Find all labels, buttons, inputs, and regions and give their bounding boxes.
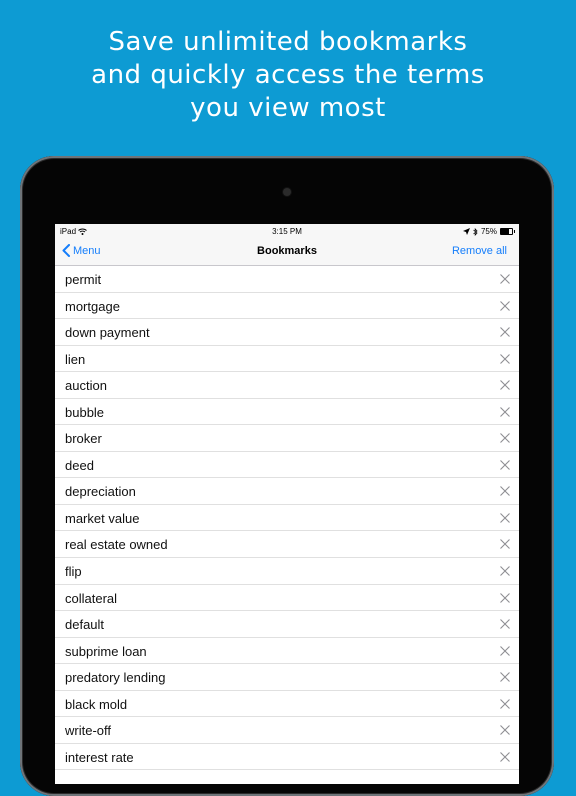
bookmark-term: interest rate [65, 749, 134, 765]
status-right-group: 75% [462, 227, 515, 236]
bookmark-term: real estate owned [65, 537, 168, 553]
list-item[interactable]: bubble [55, 399, 519, 426]
list-item[interactable]: down payment [55, 319, 519, 346]
status-bar: iPad 3:15 PM 75% [55, 224, 519, 239]
promo-headline: Save unlimited bookmarks and quickly acc… [0, 26, 576, 125]
close-icon[interactable] [499, 485, 511, 497]
headline-line-2: and quickly access the terms [91, 60, 485, 90]
close-icon[interactable] [499, 724, 511, 736]
close-icon[interactable] [499, 645, 511, 657]
bookmark-term: lien [65, 351, 86, 367]
close-icon[interactable] [499, 592, 511, 604]
bookmark-list: permit mortgage down payment lien auction bub… [55, 266, 519, 771]
list-item[interactable]: collateral [55, 585, 519, 612]
list-item[interactable]: deed [55, 452, 519, 479]
bookmark-term: subprime loan [65, 643, 147, 659]
app-screen: iPad 3:15 PM 75% Menu Bookmarks Remove a… [55, 224, 519, 784]
close-icon[interactable] [499, 379, 511, 391]
list-item[interactable]: lien [55, 346, 519, 373]
close-icon[interactable] [499, 406, 511, 418]
bookmark-term: black mold [65, 696, 128, 712]
list-item[interactable]: predatory lending [55, 664, 519, 691]
list-item[interactable]: real estate owned [55, 531, 519, 559]
bookmark-term: mortgage [65, 298, 120, 314]
bookmark-term: deed [65, 457, 94, 473]
list-item[interactable]: black mold [55, 691, 519, 718]
page-title: Bookmarks [257, 245, 317, 257]
battery-icon [500, 228, 515, 235]
bookmark-term: collateral [65, 590, 118, 606]
list-item[interactable]: subprime loan [55, 638, 519, 665]
headline-line-3: you view most [190, 93, 386, 123]
list-item[interactable]: auction [55, 372, 519, 399]
list-item[interactable]: default [55, 611, 519, 638]
close-icon[interactable] [499, 326, 511, 338]
list-item[interactable]: broker [55, 425, 519, 452]
close-icon[interactable] [499, 459, 511, 471]
close-icon[interactable] [499, 618, 511, 630]
close-icon[interactable] [499, 698, 511, 710]
close-icon[interactable] [499, 538, 511, 550]
location-arrow-icon [462, 228, 470, 235]
navigation-bar: Menu Bookmarks Remove all [55, 239, 519, 266]
bookmark-term: market value [65, 510, 140, 526]
list-item[interactable]: mortgage [55, 293, 519, 320]
list-item[interactable]: interest rate [55, 744, 519, 771]
headline-line-1: Save unlimited bookmarks [108, 27, 468, 57]
list-item[interactable]: depreciation [55, 478, 519, 505]
close-icon[interactable] [499, 512, 511, 524]
bookmark-term: depreciation [65, 484, 136, 500]
bookmark-term: down payment [65, 325, 150, 341]
close-icon[interactable] [499, 751, 511, 763]
bluetooth-icon [473, 227, 478, 236]
status-time: 3:15 PM [272, 227, 302, 236]
bookmark-term: bubble [65, 404, 105, 420]
close-icon[interactable] [499, 671, 511, 683]
bookmark-term: write-off [65, 723, 111, 739]
bookmark-term: broker [65, 431, 102, 447]
close-icon[interactable] [499, 432, 511, 444]
list-item[interactable]: write-off [55, 717, 519, 744]
list-item[interactable]: market value [55, 505, 519, 532]
list-item[interactable]: flip [55, 558, 519, 585]
remove-all-button[interactable]: Remove all [452, 245, 507, 257]
bookmark-term: predatory lending [65, 670, 166, 686]
list-item[interactable]: permit [55, 266, 519, 293]
bookmark-term: flip [65, 564, 82, 580]
bookmark-term: permit [65, 272, 102, 287]
close-icon[interactable] [499, 300, 511, 312]
camera-icon [283, 188, 291, 196]
bookmark-term: default [65, 617, 105, 633]
battery-percent: 75% [480, 227, 497, 236]
bookmark-term: auction [65, 378, 107, 394]
close-icon[interactable] [499, 565, 511, 577]
close-icon[interactable] [499, 273, 511, 285]
close-icon[interactable] [499, 353, 511, 365]
